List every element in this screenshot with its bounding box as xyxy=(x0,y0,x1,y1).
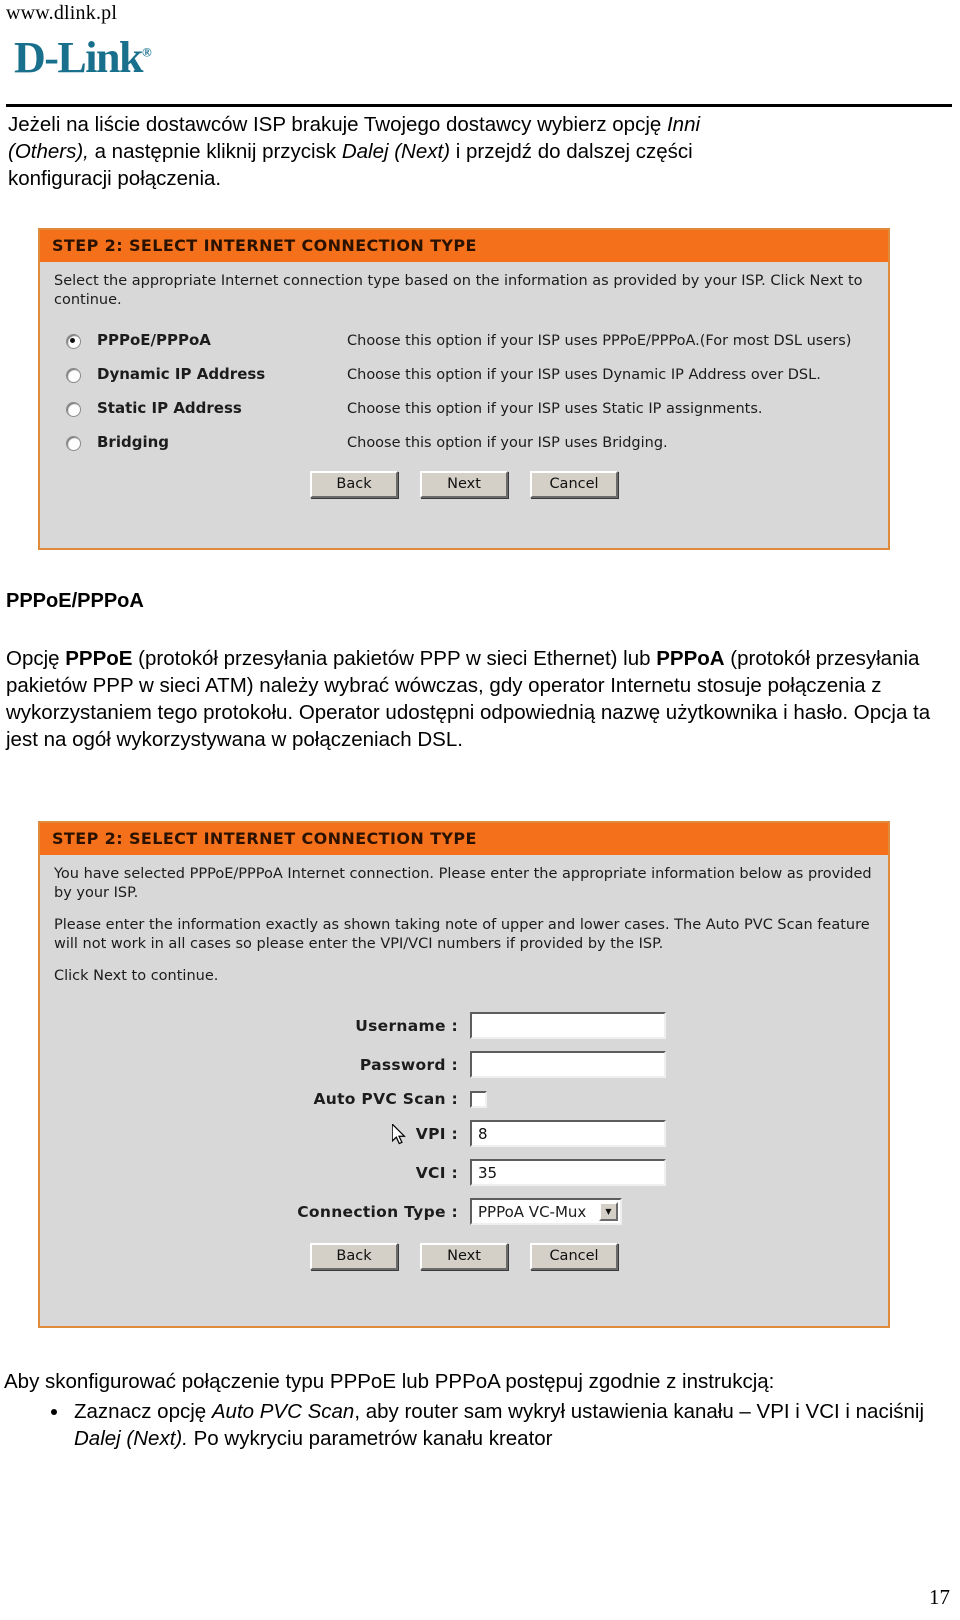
radio-option-pppoe-pppoa[interactable]: PPPoE/PPPoA Choose this option if your I… xyxy=(54,332,874,351)
radio-label: Dynamic IP Address xyxy=(97,365,266,383)
password-input[interactable] xyxy=(470,1051,666,1078)
section-text-b: (protokół przesyłania pakietów PPP w sie… xyxy=(132,647,657,670)
radio-icon-selected[interactable] xyxy=(66,334,81,349)
header-divider xyxy=(6,104,952,107)
connection-type-label: Connection Type : xyxy=(297,1202,458,1221)
list-item: Zaznacz opcję Auto PVC Scan, aby router … xyxy=(70,1398,960,1452)
pppoe-settings-form: Username : Password : Auto PVC Scan : VP… xyxy=(54,1012,874,1225)
vpi-label: VPI : xyxy=(415,1124,458,1143)
section-bold-pppoe: PPPoE xyxy=(65,647,133,670)
intro-emph-inni: Inni xyxy=(666,113,701,136)
cancel-button[interactable]: Cancel xyxy=(530,471,618,498)
radio-hint: Choose this option if your ISP uses Brid… xyxy=(347,435,668,451)
radio-icon[interactable] xyxy=(66,402,81,417)
intro-text-a: Jeżeli na liście dostawców ISP brakuje T… xyxy=(8,113,667,136)
username-label: Username : xyxy=(355,1016,458,1035)
radio-hint: Choose this option if your ISP uses Stat… xyxy=(347,401,763,417)
site-url: www.dlink.pl xyxy=(6,2,118,24)
password-label: Password : xyxy=(359,1055,458,1074)
wizard-description: Select the appropriate Internet connecti… xyxy=(54,273,863,308)
radio-label: PPPoE/PPPoA xyxy=(97,331,211,349)
radio-option-dynamic-ip[interactable]: Dynamic IP Address Choose this option if… xyxy=(54,366,874,385)
back-button[interactable]: Back xyxy=(310,1243,398,1270)
registered-trademark-icon: ® xyxy=(141,44,152,60)
connection-type-select[interactable]: PPPoA VC-Mux ▼ xyxy=(470,1198,622,1225)
vpi-input[interactable]: 8 xyxy=(470,1120,666,1147)
connection-type-radio-group: PPPoE/PPPoA Choose this option if your I… xyxy=(54,332,874,453)
auto-pvc-scan-checkbox[interactable] xyxy=(470,1090,487,1108)
cancel-button[interactable]: Cancel xyxy=(530,1243,618,1270)
router-wizard-screenshot-step2-select: STEP 2: SELECT INTERNET CONNECTION TYPE … xyxy=(38,228,890,550)
username-input[interactable] xyxy=(470,1012,666,1039)
intro-emph-others: (Others), xyxy=(8,140,89,163)
wizard-step-title: STEP 2: SELECT INTERNET CONNECTION TYPE xyxy=(40,823,888,855)
intro-emph-dalej: Dalej (Next) xyxy=(341,140,451,163)
wizard-description-2: Please enter the information exactly as … xyxy=(54,917,870,952)
wizard-button-row: Back Next Cancel xyxy=(54,471,874,498)
bullet-text-a: Zaznacz opcję xyxy=(74,1400,212,1423)
section-heading: PPPoE/PPPoA xyxy=(6,590,144,612)
bullet-emph-dalej: Dalej (Next). xyxy=(74,1427,188,1450)
bullet-emph-autopvc: Auto PVC Scan xyxy=(211,1400,355,1423)
connection-type-value: PPPoA VC-Mux xyxy=(478,1202,587,1221)
radio-option-static-ip[interactable]: Static IP Address Choose this option if … xyxy=(54,400,874,419)
radio-label: Bridging xyxy=(97,433,170,451)
wizard-description-1: You have selected PPPoE/PPPoA Internet c… xyxy=(54,866,872,901)
back-button[interactable]: Back xyxy=(310,471,398,498)
radio-icon[interactable] xyxy=(66,436,81,451)
intro-paragraph: Jeżeli na liście dostawców ISP brakuje T… xyxy=(8,111,938,192)
auto-pvc-scan-label: Auto PVC Scan : xyxy=(313,1090,458,1108)
logo-wordmark: D-Link xyxy=(14,33,143,82)
radio-icon[interactable] xyxy=(66,368,81,383)
wizard-step-title: STEP 2: SELECT INTERNET CONNECTION TYPE xyxy=(40,230,888,262)
router-wizard-screenshot-step2-pppoe-form: STEP 2: SELECT INTERNET CONNECTION TYPE … xyxy=(38,821,890,1328)
radio-label: Static IP Address xyxy=(97,399,242,417)
wizard-button-row: Back Next Cancel xyxy=(54,1243,874,1270)
dlink-logo: D-Link® xyxy=(14,36,152,80)
intro-text-d: konfiguracji połączenia. xyxy=(8,167,222,190)
radio-hint: Choose this option if your ISP uses Dyna… xyxy=(347,367,821,383)
bullet-text-b: , aby router sam wykrył ustawienia kanał… xyxy=(354,1400,925,1423)
closing-lead-paragraph: Aby skonfigurować połączenie typu PPPoE … xyxy=(4,1370,775,1393)
radio-hint: Choose this option if your ISP uses PPPo… xyxy=(347,333,852,349)
page-number: 17 xyxy=(929,1585,950,1609)
bullet-text-c: Po wykryciu parametrów kanału kreator xyxy=(187,1427,553,1450)
section-paragraph: Opcję PPPoE (protokół przesyłania pakiet… xyxy=(6,645,936,753)
chevron-down-icon[interactable]: ▼ xyxy=(599,1202,618,1221)
next-button[interactable]: Next xyxy=(420,471,508,498)
radio-option-bridging[interactable]: Bridging Choose this option if your ISP … xyxy=(54,434,874,453)
vci-label: VCI : xyxy=(415,1163,458,1182)
next-button[interactable]: Next xyxy=(420,1243,508,1270)
section-bold-pppoa: PPPoA xyxy=(656,647,725,670)
vci-input[interactable]: 35 xyxy=(470,1159,666,1186)
intro-text-c: i przejdź do dalszej części xyxy=(450,140,693,163)
instruction-bullet-list: Zaznacz opcję Auto PVC Scan, aby router … xyxy=(48,1398,960,1452)
wizard-description-3: Click Next to continue. xyxy=(54,968,219,984)
intro-text-b: a następnie kliknij przycisk xyxy=(88,140,342,163)
section-text-a: Opcję xyxy=(6,647,66,670)
